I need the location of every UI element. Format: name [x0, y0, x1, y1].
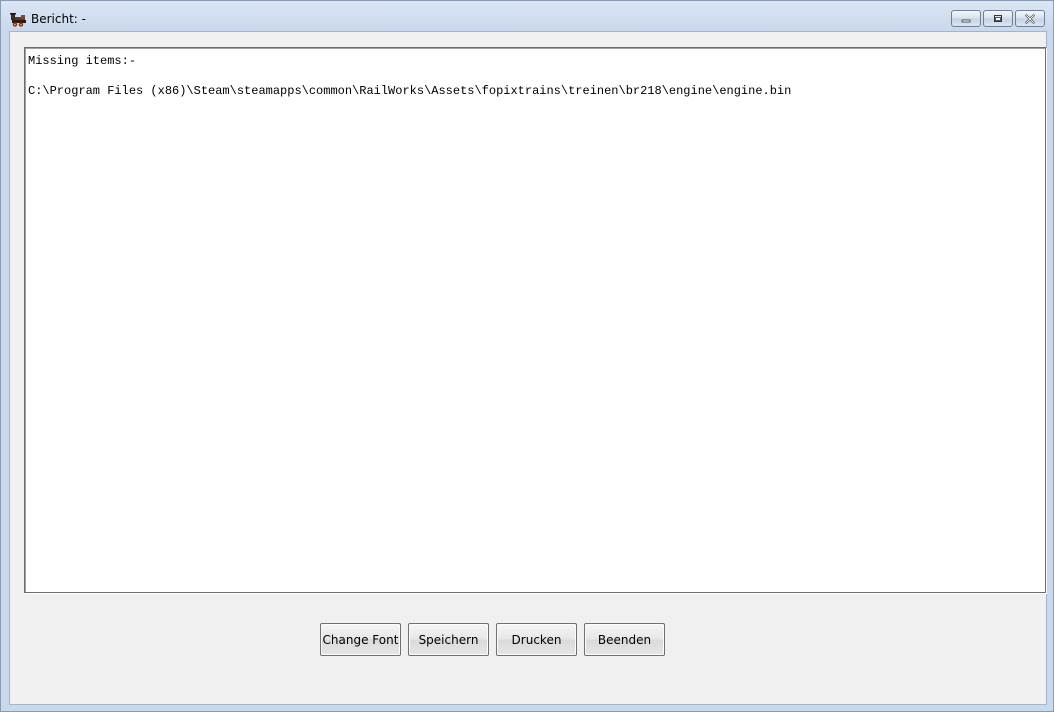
- restore-icon: [994, 14, 1002, 22]
- button-row: Change Font Speichern Drucken Beenden: [320, 623, 665, 656]
- minimize-icon: [961, 19, 971, 22]
- close-icon: [1025, 13, 1035, 24]
- title-bar[interactable]: Bericht: -: [1, 1, 1053, 35]
- report-text-area[interactable]: Missing items:- C:\Program Files (x86)\S…: [24, 47, 1046, 593]
- report-line: [28, 69, 1042, 84]
- restore-button[interactable]: [983, 10, 1013, 27]
- steam-locomotive-icon: [10, 11, 27, 28]
- report-line: C:\Program Files (x86)\Steam\steamapps\c…: [28, 84, 792, 98]
- minimize-button[interactable]: [951, 10, 981, 27]
- caption-buttons: [951, 10, 1045, 28]
- print-button[interactable]: Drucken: [496, 623, 577, 656]
- window-title: Bericht: -: [31, 12, 86, 26]
- client-area: Missing items:- C:\Program Files (x86)\S…: [9, 31, 1047, 705]
- save-button[interactable]: Speichern: [408, 623, 489, 656]
- exit-button[interactable]: Beenden: [584, 623, 665, 656]
- report-line: Missing items:-: [28, 54, 137, 68]
- report-window: Bericht: - Missing items:- C:\Program Fi…: [0, 0, 1054, 712]
- close-button[interactable]: [1015, 10, 1045, 27]
- change-font-button[interactable]: Change Font: [320, 623, 401, 656]
